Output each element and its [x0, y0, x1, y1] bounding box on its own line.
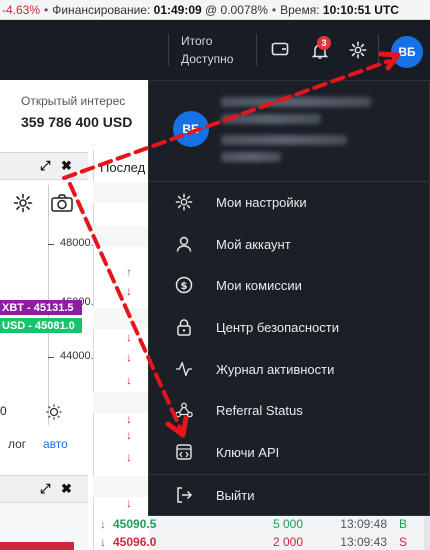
api-key-icon	[175, 443, 193, 461]
trade-price: 45096.0	[113, 534, 157, 549]
sun-icon[interactable]	[43, 401, 65, 423]
gear-icon[interactable]	[347, 39, 369, 61]
trade-price: 45090.5	[113, 516, 157, 531]
trade-arrow-down: ↓	[126, 428, 132, 442]
red-bar	[0, 542, 74, 550]
trade-arrow-down: ↓	[126, 496, 132, 510]
menu-item-api-keys[interactable]: Ключи API	[149, 434, 429, 470]
menu-item-commissions[interactable]: $ Мои комиссии	[149, 267, 429, 303]
dollar-circle-icon: $	[175, 276, 193, 294]
funding-rate: @ 0.0078%	[205, 2, 268, 17]
recent-trades-title: Послед	[100, 160, 146, 175]
svg-text:$: $	[181, 281, 188, 292]
trade-row-stripe	[93, 226, 149, 247]
referral-icon	[175, 401, 193, 419]
total-label: Итого	[181, 34, 213, 48]
tick-mark	[48, 357, 54, 358]
menu-item-referral-status[interactable]: Referral Status	[149, 392, 429, 428]
axis-zero-label: 0	[0, 404, 7, 418]
trade-side: S	[398, 534, 407, 549]
trade-row-stripe	[93, 308, 149, 329]
table-row: ↓ 45090.5 5 000 13:09:48 B	[93, 515, 430, 532]
balance-summary[interactable]: Итого Доступно	[181, 32, 233, 68]
header-divider	[256, 34, 257, 66]
trade-arrow-down: ↓	[126, 412, 132, 426]
menu-item-label: Выйти	[216, 487, 255, 503]
tick-mark	[48, 244, 54, 245]
ticker-separator: •	[44, 2, 49, 17]
trade-time: 13:09:48	[340, 516, 387, 531]
trade-row-stripe	[93, 182, 149, 203]
logout-icon	[175, 486, 193, 504]
open-interest-value: 359 786 400 USD	[21, 114, 133, 130]
ticker-separator: •	[271, 2, 277, 17]
menu-item-security[interactable]: Центр безопасности	[149, 309, 429, 345]
menu-item-label: Журнал активности	[216, 361, 335, 377]
menu-item-account[interactable]: Мой аккаунт	[149, 226, 429, 262]
trade-arrow-up: ↓	[100, 516, 106, 531]
usd-price-tag: USD - 45081.0	[0, 318, 82, 333]
available-label: Доступно	[181, 52, 234, 66]
settings-icon[interactable]	[12, 192, 34, 214]
user-dropdown-menu: ВБ Мои настройки Мой аккаунт $ Мои комис…	[148, 80, 430, 516]
menu-item-label: Мои комиссии	[216, 277, 302, 293]
funding-time: 01:49:09	[153, 2, 202, 17]
log-scale-toggle[interactable]: лог	[8, 437, 26, 451]
camera-icon[interactable]	[51, 192, 73, 214]
trade-arrow-down: ↓	[126, 450, 132, 464]
trade-arrow-down: ↓	[100, 534, 106, 549]
time-label: Время:	[280, 2, 320, 17]
funding-label: Финансирование:	[52, 2, 151, 17]
redacted-username	[221, 97, 371, 107]
redacted-username	[221, 114, 321, 124]
open-interest-label: Открытый интерес	[21, 94, 126, 108]
time-value: 10:10:51 UTC	[322, 2, 399, 17]
menu-divider	[149, 474, 429, 475]
menu-item-label: Мои настройки	[216, 194, 307, 210]
close-icon[interactable]: ✖	[61, 158, 72, 174]
lock-icon	[175, 318, 193, 336]
price-change: -4.63%	[2, 2, 41, 17]
redacted-email	[221, 135, 347, 145]
trade-quantity: 5 000	[272, 516, 303, 531]
trade-row-stripe	[93, 392, 149, 413]
ticker-bar: -4.63% • Финансирование: 01:49:09 @ 0.00…	[0, 0, 430, 20]
trade-arrow-up: ↑	[126, 265, 132, 279]
menu-item-logout[interactable]: Выйти	[149, 477, 429, 513]
header-divider	[378, 34, 379, 66]
menu-item-label: Referral Status	[216, 402, 303, 418]
expand-icon[interactable]: ⤢	[40, 158, 50, 174]
table-row: ↓ 45096.0 2 000 13:09:43 S	[93, 533, 430, 550]
close-icon[interactable]: ✖	[61, 481, 72, 497]
redacted-email	[221, 152, 281, 162]
trade-time: 13:09:43	[340, 534, 387, 549]
activity-icon	[175, 360, 193, 378]
trade-side: B	[398, 516, 407, 531]
trade-arrow-down: ↓	[126, 284, 132, 298]
xbt-price-tag: XBT - 45131.5	[0, 300, 82, 315]
header-divider	[168, 34, 169, 66]
trade-row-stripe	[93, 476, 149, 497]
auto-scale-toggle[interactable]: авто	[43, 437, 68, 451]
menu-divider	[149, 181, 429, 182]
wallet-icon[interactable]	[269, 38, 291, 60]
gear-icon	[175, 193, 193, 211]
menu-avatar: ВБ	[173, 111, 209, 147]
trade-arrow-down: ↓	[126, 330, 132, 344]
user-icon	[175, 235, 193, 253]
menu-item-label: Мой аккаунт	[216, 236, 291, 252]
expand-icon[interactable]: ⤢	[40, 481, 50, 497]
scale-options: лог авто	[0, 433, 88, 455]
user-avatar-button[interactable]: ВБ	[391, 36, 423, 68]
trade-quantity: 2 000	[272, 534, 303, 549]
menu-item-label: Ключи API	[216, 444, 280, 460]
notification-badge: 3	[317, 36, 331, 50]
menu-item-settings[interactable]: Мои настройки	[149, 184, 429, 220]
trade-arrow-down: ↓	[126, 373, 132, 387]
trade-arrow-down: ↓	[126, 350, 132, 364]
menu-item-activity-log[interactable]: Журнал активности	[149, 351, 429, 387]
menu-item-label: Центр безопасности	[216, 319, 340, 335]
